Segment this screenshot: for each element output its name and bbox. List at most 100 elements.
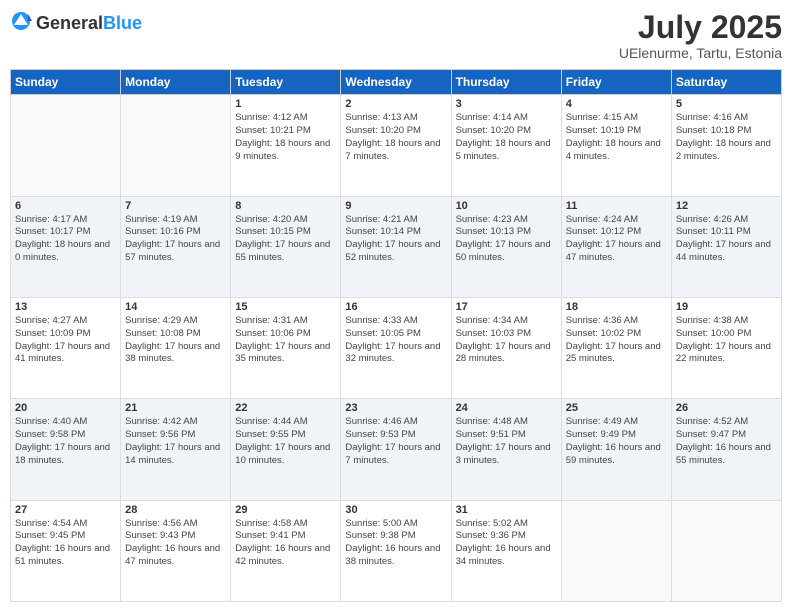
day-info: Sunrise: 4:13 AM Sunset: 10:20 PM Daylig… <box>345 112 446 163</box>
col-saturday: Saturday <box>671 70 781 95</box>
day-number: 2 <box>345 98 446 110</box>
day-info: Sunrise: 4:20 AM Sunset: 10:15 PM Daylig… <box>235 214 336 265</box>
day-number: 5 <box>676 98 777 110</box>
day-number: 7 <box>125 200 226 212</box>
day-number: 22 <box>235 402 336 414</box>
day-info: Sunrise: 4:16 AM Sunset: 10:18 PM Daylig… <box>676 112 777 163</box>
calendar-day-cell: 17 Sunrise: 4:34 AM Sunset: 10:03 PM Dayl… <box>451 297 561 398</box>
col-wednesday: Wednesday <box>341 70 451 95</box>
day-info: Sunrise: 4:56 AM Sunset: 9:43 PM Dayligh… <box>125 518 226 569</box>
calendar-day-cell: 4 Sunrise: 4:15 AM Sunset: 10:19 PM Dayli… <box>561 95 671 196</box>
col-sunday: Sunday <box>11 70 121 95</box>
day-info: Sunrise: 4:12 AM Sunset: 10:21 PM Daylig… <box>235 112 336 163</box>
day-info: Sunrise: 4:17 AM Sunset: 10:17 PM Daylig… <box>15 214 116 265</box>
page: GeneralBlue July 2025 UElenurme, Tartu, … <box>0 0 792 612</box>
calendar-day-cell <box>121 95 231 196</box>
logo: GeneralBlue <box>10 10 142 37</box>
day-info: Sunrise: 4:49 AM Sunset: 9:49 PM Dayligh… <box>566 416 667 467</box>
day-info: Sunrise: 4:15 AM Sunset: 10:19 PM Daylig… <box>566 112 667 163</box>
day-number: 6 <box>15 200 116 212</box>
day-number: 30 <box>345 504 446 516</box>
calendar-table: Sunday Monday Tuesday Wednesday Thursday… <box>10 69 782 602</box>
day-info: Sunrise: 4:26 AM Sunset: 10:11 PM Daylig… <box>676 214 777 265</box>
calendar-day-cell: 28 Sunrise: 4:56 AM Sunset: 9:43 PM Dayli… <box>121 500 231 601</box>
month-year-title: July 2025 <box>619 10 782 45</box>
day-number: 16 <box>345 301 446 313</box>
col-monday: Monday <box>121 70 231 95</box>
calendar-day-cell <box>561 500 671 601</box>
calendar-day-cell: 15 Sunrise: 4:31 AM Sunset: 10:06 PM Dayl… <box>231 297 341 398</box>
day-number: 9 <box>345 200 446 212</box>
calendar-day-cell: 9 Sunrise: 4:21 AM Sunset: 10:14 PM Dayli… <box>341 196 451 297</box>
logo-general-text: General <box>36 13 103 33</box>
calendar-day-cell: 30 Sunrise: 5:00 AM Sunset: 9:38 PM Dayli… <box>341 500 451 601</box>
calendar-day-cell: 26 Sunrise: 4:52 AM Sunset: 9:47 PM Dayli… <box>671 399 781 500</box>
day-info: Sunrise: 4:38 AM Sunset: 10:00 PM Daylig… <box>676 315 777 366</box>
day-number: 13 <box>15 301 116 313</box>
calendar-day-cell: 20Sunrise: 4:40 AM Sunset: 9:58 PM Dayli… <box>11 399 121 500</box>
day-info: Sunrise: 4:52 AM Sunset: 9:47 PM Dayligh… <box>676 416 777 467</box>
day-info: Sunrise: 4:48 AM Sunset: 9:51 PM Dayligh… <box>456 416 557 467</box>
calendar-day-cell: 2 Sunrise: 4:13 AM Sunset: 10:20 PM Dayli… <box>341 95 451 196</box>
day-info: Sunrise: 4:58 AM Sunset: 9:41 PM Dayligh… <box>235 518 336 569</box>
day-info: Sunrise: 4:29 AM Sunset: 10:08 PM Daylig… <box>125 315 226 366</box>
day-number: 14 <box>125 301 226 313</box>
day-number: 28 <box>125 504 226 516</box>
day-number: 23 <box>345 402 446 414</box>
calendar-day-cell: 29 Sunrise: 4:58 AM Sunset: 9:41 PM Dayli… <box>231 500 341 601</box>
day-number: 29 <box>235 504 336 516</box>
day-info: Sunrise: 5:02 AM Sunset: 9:36 PM Dayligh… <box>456 518 557 569</box>
day-info: Sunrise: 4:24 AM Sunset: 10:12 PM Daylig… <box>566 214 667 265</box>
calendar-day-cell: 27Sunrise: 4:54 AM Sunset: 9:45 PM Dayli… <box>11 500 121 601</box>
day-info: Sunrise: 4:31 AM Sunset: 10:06 PM Daylig… <box>235 315 336 366</box>
calendar-day-cell: 23Sunrise: 4:46 AM Sunset: 9:53 PM Dayli… <box>341 399 451 500</box>
calendar-day-cell: 31 Sunrise: 5:02 AM Sunset: 9:36 PM Dayli… <box>451 500 561 601</box>
day-number: 15 <box>235 301 336 313</box>
day-number: 17 <box>456 301 557 313</box>
logo-icon <box>10 10 32 32</box>
day-info: Sunrise: 4:42 AM Sunset: 9:56 PM Dayligh… <box>125 416 226 467</box>
calendar-day-cell: 14 Sunrise: 4:29 AM Sunset: 10:08 PM Dayl… <box>121 297 231 398</box>
calendar-day-cell: 18 Sunrise: 4:36 AM Sunset: 10:02 PM Dayl… <box>561 297 671 398</box>
day-info: Sunrise: 4:36 AM Sunset: 10:02 PM Daylig… <box>566 315 667 366</box>
calendar-week-row: 13Sunrise: 4:27 AM Sunset: 10:09 PM Dayl… <box>11 297 782 398</box>
day-info: Sunrise: 4:40 AM Sunset: 9:58 PM Dayligh… <box>15 416 116 467</box>
day-info: Sunrise: 5:00 AM Sunset: 9:38 PM Dayligh… <box>345 518 446 569</box>
calendar-day-cell: 10Sunrise: 4:23 AM Sunset: 10:13 PM Dayl… <box>451 196 561 297</box>
day-number: 4 <box>566 98 667 110</box>
col-thursday: Thursday <box>451 70 561 95</box>
col-tuesday: Tuesday <box>231 70 341 95</box>
calendar-day-cell: 12 Sunrise: 4:26 AM Sunset: 10:11 PM Dayl… <box>671 196 781 297</box>
calendar-day-cell: 24Sunrise: 4:48 AM Sunset: 9:51 PM Dayli… <box>451 399 561 500</box>
header: GeneralBlue July 2025 UElenurme, Tartu, … <box>10 10 782 61</box>
day-info: Sunrise: 4:19 AM Sunset: 10:16 PM Daylig… <box>125 214 226 265</box>
calendar-day-cell: 6 Sunrise: 4:17 AM Sunset: 10:17 PM Dayli… <box>11 196 121 297</box>
day-number: 19 <box>676 301 777 313</box>
calendar-day-cell: 3 Sunrise: 4:14 AM Sunset: 10:20 PM Dayli… <box>451 95 561 196</box>
calendar-week-row: 20Sunrise: 4:40 AM Sunset: 9:58 PM Dayli… <box>11 399 782 500</box>
day-info: Sunrise: 4:44 AM Sunset: 9:55 PM Dayligh… <box>235 416 336 467</box>
day-number: 12 <box>676 200 777 212</box>
calendar-header-row: Sunday Monday Tuesday Wednesday Thursday… <box>11 70 782 95</box>
calendar-day-cell: 8 Sunrise: 4:20 AM Sunset: 10:15 PM Dayli… <box>231 196 341 297</box>
calendar-day-cell: 19 Sunrise: 4:38 AM Sunset: 10:00 PM Dayl… <box>671 297 781 398</box>
day-number: 31 <box>456 504 557 516</box>
calendar-week-row: 27Sunrise: 4:54 AM Sunset: 9:45 PM Dayli… <box>11 500 782 601</box>
day-number: 3 <box>456 98 557 110</box>
calendar-day-cell: 22 Sunrise: 4:44 AM Sunset: 9:55 PM Dayli… <box>231 399 341 500</box>
day-number: 27 <box>15 504 116 516</box>
calendar-day-cell: 1Sunrise: 4:12 AM Sunset: 10:21 PM Dayli… <box>231 95 341 196</box>
logo-blue-text: Blue <box>103 13 142 33</box>
calendar-day-cell: 13Sunrise: 4:27 AM Sunset: 10:09 PM Dayl… <box>11 297 121 398</box>
calendar-day-cell: 7 Sunrise: 4:19 AM Sunset: 10:16 PM Dayli… <box>121 196 231 297</box>
day-number: 25 <box>566 402 667 414</box>
day-number: 18 <box>566 301 667 313</box>
day-info: Sunrise: 4:21 AM Sunset: 10:14 PM Daylig… <box>345 214 446 265</box>
calendar-day-cell: 11Sunrise: 4:24 AM Sunset: 10:12 PM Dayl… <box>561 196 671 297</box>
day-number: 26 <box>676 402 777 414</box>
day-number: 8 <box>235 200 336 212</box>
day-info: Sunrise: 4:34 AM Sunset: 10:03 PM Daylig… <box>456 315 557 366</box>
day-info: Sunrise: 4:33 AM Sunset: 10:05 PM Daylig… <box>345 315 446 366</box>
calendar-day-cell <box>671 500 781 601</box>
day-info: Sunrise: 4:14 AM Sunset: 10:20 PM Daylig… <box>456 112 557 163</box>
